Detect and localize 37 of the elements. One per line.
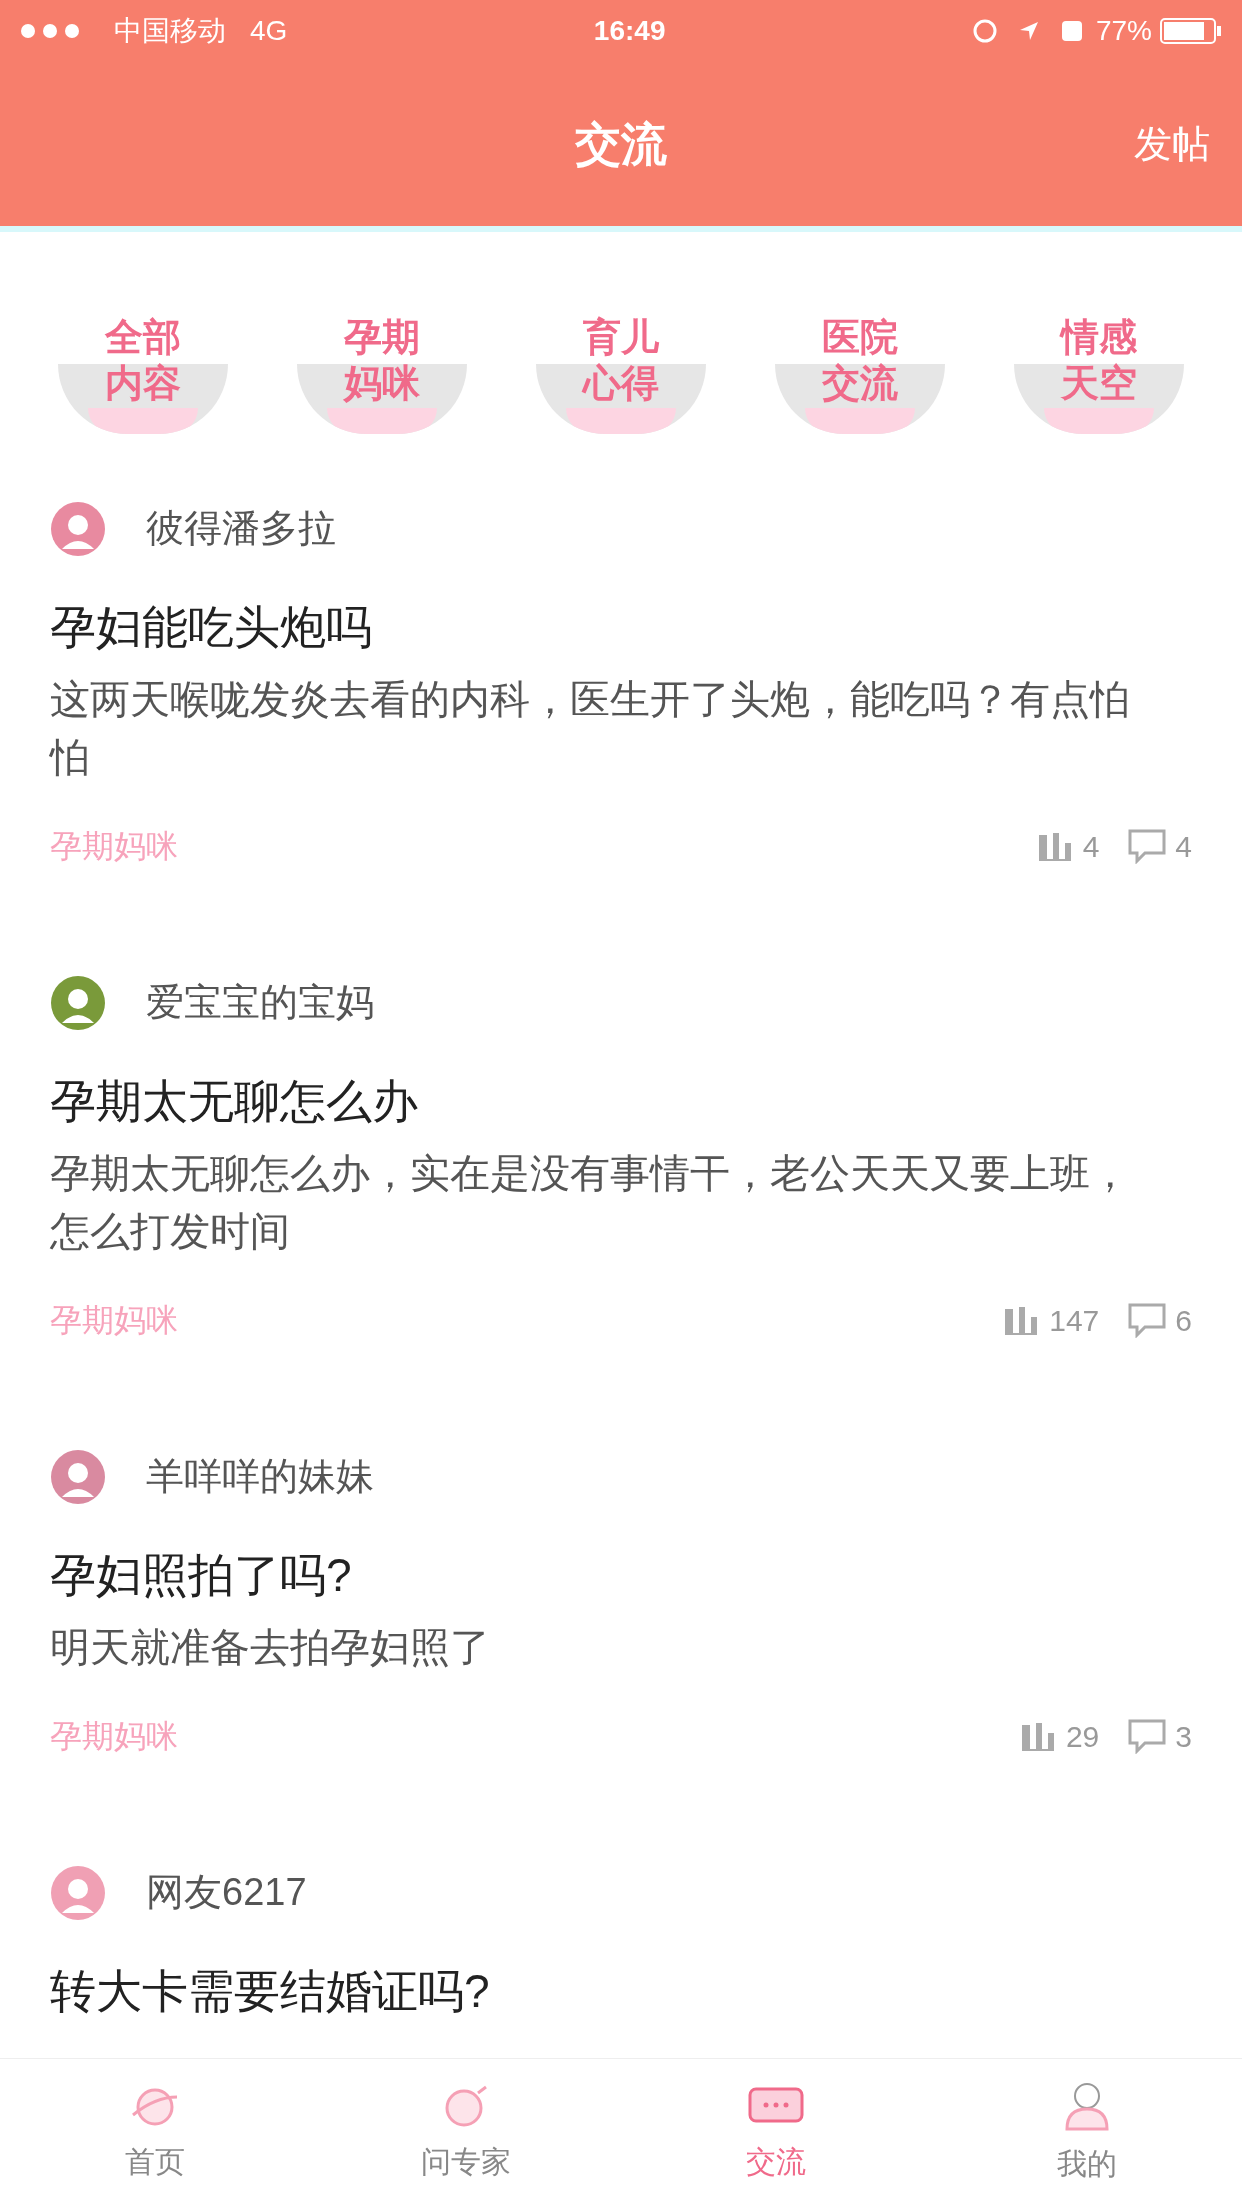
view-count: 4 xyxy=(1082,828,1100,865)
post-title[interactable]: 孕妇能吃头炮吗 xyxy=(50,593,1192,662)
tab-item[interactable]: 首页 xyxy=(55,2083,256,2184)
comment-icon xyxy=(1127,828,1168,864)
author-name: 网友6217 xyxy=(146,1870,307,1915)
post-title[interactable]: 孕妇照拍了吗? xyxy=(50,1541,1192,1610)
post-tag[interactable]: 孕期妈咪 xyxy=(50,822,178,870)
comment-count: 4 xyxy=(1175,828,1192,865)
tab-item[interactable]: 我的 xyxy=(986,2081,1187,2186)
view-count: 29 xyxy=(1065,1718,1100,1755)
post-body: 明天就准备去拍孕妇照了 xyxy=(50,1624,491,1671)
author-name: 彼得潘多拉 xyxy=(146,506,336,551)
comment-count: 3 xyxy=(1175,1718,1192,1755)
view-count: 147 xyxy=(1049,1302,1100,1339)
post-body: 孕期太无聊怎么办，实在是没有事情干，老公天天又要上班，怎么打发时间 xyxy=(50,1150,1131,1255)
comment-icon xyxy=(1127,1302,1168,1338)
battery-icon xyxy=(1160,18,1222,44)
tab-item[interactable]: 问专家 xyxy=(365,2083,566,2184)
alarm-icon xyxy=(1059,19,1084,43)
author-name: 羊咩咩的妹妹 xyxy=(146,1454,374,1499)
battery-text: 77% xyxy=(1095,14,1152,48)
author-name: 爱宝宝的宝妈 xyxy=(146,980,374,1025)
network-text: 4G xyxy=(250,14,288,48)
lock-rotation-icon xyxy=(971,18,998,44)
time-text: 16:49 xyxy=(593,14,666,48)
post-title[interactable]: 孕期太无聊怎么办 xyxy=(50,1067,1192,1136)
comment-count: 6 xyxy=(1175,1302,1192,1339)
post-body: 这两天喉咙发炎去看的内科，医生开了头炮，能吃吗？有点怕怕 xyxy=(50,676,1131,781)
page-title: 交流 xyxy=(575,116,667,172)
post-tag[interactable]: 孕期妈咪 xyxy=(50,1712,178,1760)
post-title[interactable]: 转大卡需要结婚证吗? xyxy=(50,1957,1192,2026)
tab-item[interactable]: 交流 xyxy=(676,2083,877,2184)
carrier-text: 中国移动 xyxy=(114,14,226,48)
post-button[interactable]: 发帖 xyxy=(1110,115,1210,173)
signal-icon xyxy=(20,23,82,39)
post-tag[interactable]: 孕期妈咪 xyxy=(50,1296,178,1344)
comment-icon xyxy=(1127,1718,1168,1754)
